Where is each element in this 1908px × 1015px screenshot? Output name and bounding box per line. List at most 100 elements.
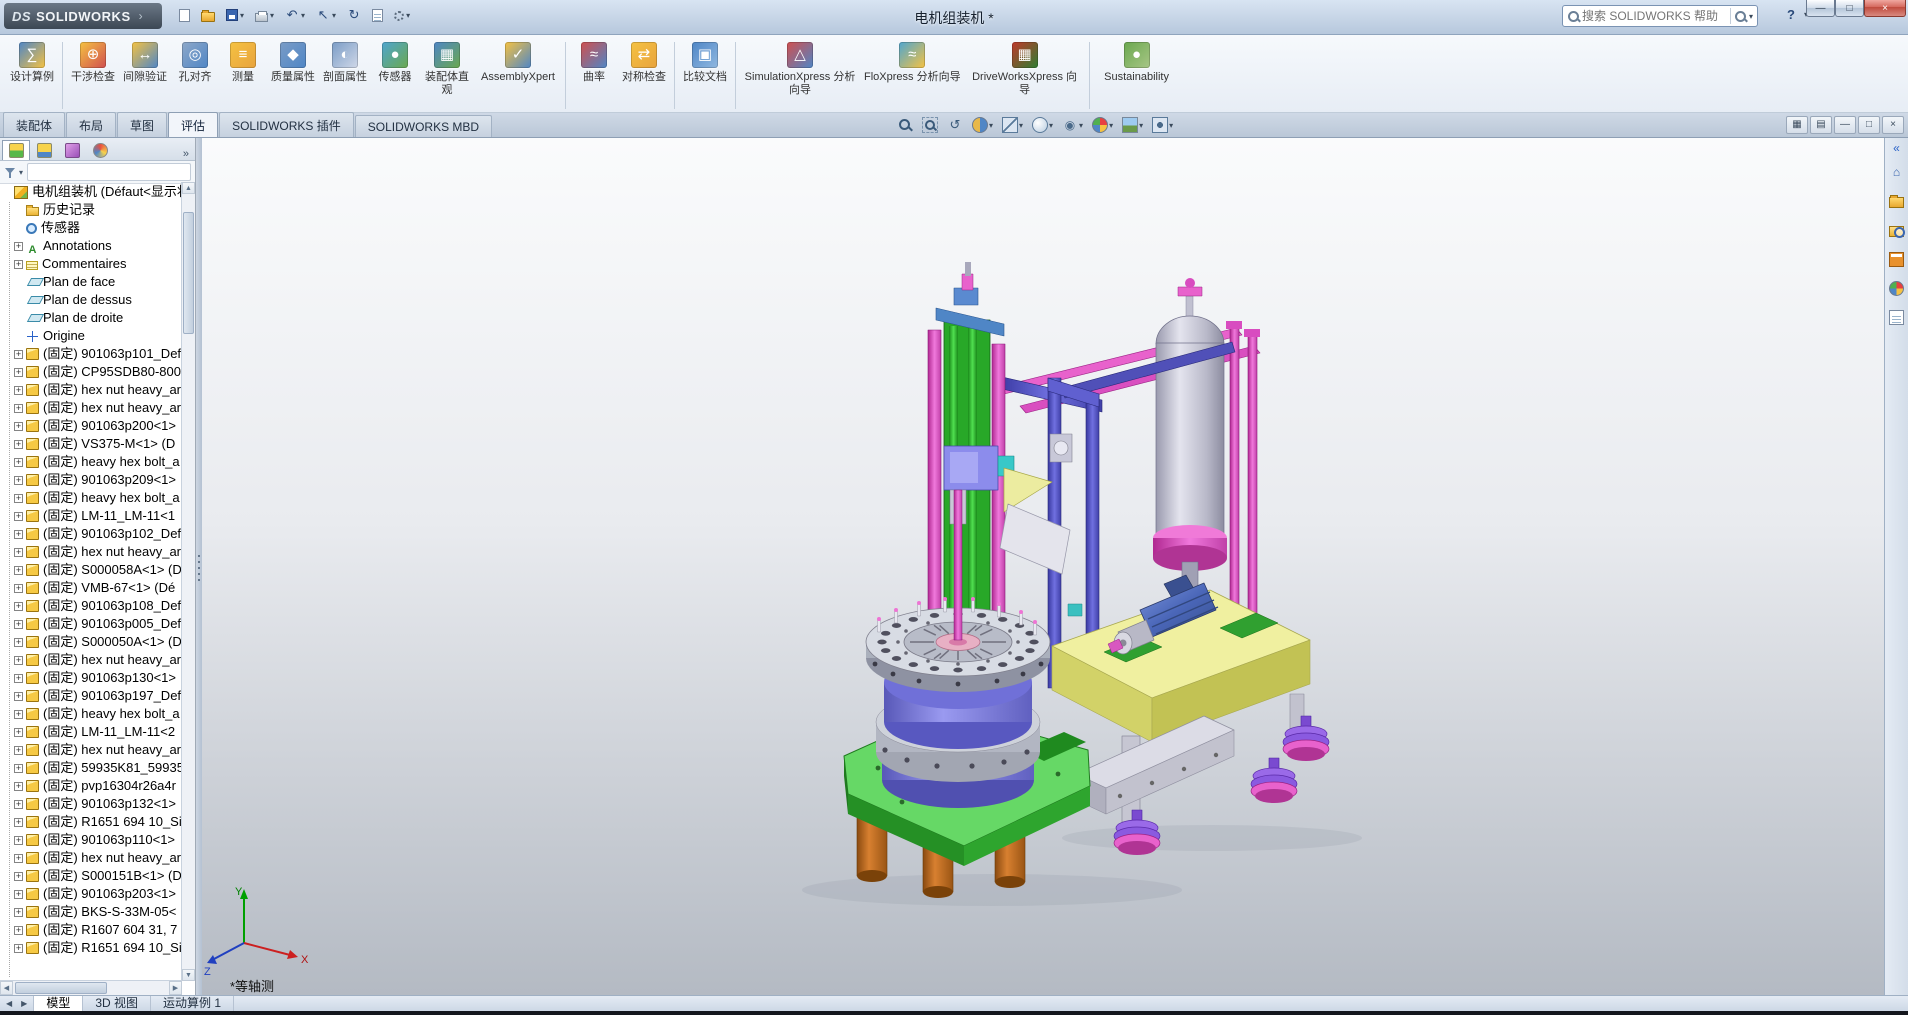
tree-item[interactable]: +(固定) 59935K81_59935	[0, 759, 182, 777]
expand-icon[interactable]: +	[14, 782, 23, 791]
maximize-window-button[interactable]: □	[1835, 0, 1864, 17]
tree-item[interactable]: +(固定) VS375-M<1> (D	[0, 435, 182, 453]
expand-icon[interactable]: +	[14, 692, 23, 701]
tab-solidworks-addins[interactable]: SOLIDWORKS 插件	[219, 112, 354, 137]
symmetry-check-button[interactable]: ⇄对称检查	[618, 39, 670, 87]
tree-item[interactable]: +(固定) R1607 604 31, 7	[0, 921, 182, 939]
expand-icon[interactable]: +	[14, 854, 23, 863]
expand-icon[interactable]: +	[14, 818, 23, 827]
driveworksxpress-wizard-button[interactable]: ▦DriveWorksXpress 向导	[965, 39, 1085, 99]
scroll-left-icon[interactable]: ◀	[0, 981, 13, 995]
view-palette-button[interactable]	[1886, 248, 1908, 270]
zoom-fit-button[interactable]	[894, 115, 916, 135]
custom-properties-button[interactable]	[1886, 306, 1908, 328]
appearances-button[interactable]	[1886, 277, 1908, 299]
expand-icon[interactable]: +	[14, 926, 23, 935]
view-orientation-button[interactable]: ▾	[999, 115, 1026, 135]
expand-icon[interactable]: +	[14, 476, 23, 485]
display-style-button[interactable]: ▾	[1029, 115, 1056, 135]
expand-icon[interactable]: +	[14, 530, 23, 539]
select-arrow-button[interactable]: ↖▾	[312, 5, 340, 25]
previous-view-button[interactable]	[944, 115, 966, 135]
zoom-area-button[interactable]	[919, 115, 941, 135]
tree-item[interactable]: 历史记录	[0, 201, 182, 219]
scrollbar-thumb[interactable]	[183, 212, 194, 334]
search-box[interactable]: ▾	[1562, 5, 1758, 27]
expand-icon[interactable]: +	[14, 242, 23, 251]
expand-icon[interactable]: +	[14, 350, 23, 359]
tree-item[interactable]: +(固定) 901063p200<1>	[0, 417, 182, 435]
tree-item[interactable]: +(固定) 901063p110<1>	[0, 831, 182, 849]
expand-icon[interactable]: +	[14, 908, 23, 917]
tree-item[interactable]: +(固定) 901063p130<1>	[0, 669, 182, 687]
tree-item[interactable]: Plan de dessus	[0, 291, 182, 309]
simulationxpress-wizard-button[interactable]: △SimulationXpress 分析向导	[740, 39, 860, 99]
tree-item[interactable]: +(固定) 901063p102_Def	[0, 525, 182, 543]
tree-item[interactable]: +(固定) LM-11_LM-11<1	[0, 507, 182, 525]
tree-item[interactable]: +(固定) pvp16304r26a4r	[0, 777, 182, 795]
expand-icon[interactable]: +	[14, 728, 23, 737]
solidworks-resources-button[interactable]	[1886, 161, 1908, 183]
solidworks-logo[interactable]: DS SOLIDWORKS ›	[4, 3, 162, 29]
featuremanager-tab[interactable]	[2, 140, 30, 160]
cascade-windows-button[interactable]: ▤	[1810, 116, 1832, 134]
tab-evaluate[interactable]: 评估	[168, 112, 218, 137]
tree-root-item[interactable]: 电机组装机 (Défaut<显示状	[0, 183, 182, 201]
tree-item[interactable]: +(固定) R1651 694 10_Si	[0, 939, 182, 957]
tree-item[interactable]: +(固定) hex nut heavy_ar	[0, 543, 182, 561]
tree-item[interactable]: +Annotations	[0, 237, 182, 255]
hide-show-items-button[interactable]: ▾	[1059, 115, 1086, 135]
minimize-window-button[interactable]: —	[1806, 0, 1835, 17]
3d-viewport[interactable]: Y X Z *等轴测	[202, 138, 1884, 995]
scroll-up-icon[interactable]: ▲	[182, 182, 195, 194]
interference-check-button[interactable]: ⊕干涉检查	[67, 39, 119, 87]
measure-button[interactable]: ≡测量	[219, 39, 267, 87]
configurationmanager-tab[interactable]	[58, 140, 86, 160]
expand-icon[interactable]: +	[14, 422, 23, 431]
expand-icon[interactable]: +	[14, 710, 23, 719]
expand-icon[interactable]: +	[14, 746, 23, 755]
expand-icon[interactable]: +	[14, 602, 23, 611]
scrollbar-thumb[interactable]	[15, 982, 107, 994]
scroll-left-icon[interactable]: ◀	[2, 997, 16, 1011]
design-library-button[interactable]	[1886, 190, 1908, 212]
expand-icon[interactable]: +	[14, 674, 23, 683]
dropdown-caret-icon[interactable]: ▾	[19, 168, 23, 177]
minimize-document-button[interactable]: —	[1834, 116, 1856, 134]
tree-item[interactable]: Plan de droite	[0, 309, 182, 327]
tree-item[interactable]: +(固定) 901063p132<1>	[0, 795, 182, 813]
view-settings-button[interactable]: ▾	[1149, 115, 1176, 135]
tree-item[interactable]: +(固定) hex nut heavy_ar	[0, 741, 182, 759]
close-document-button[interactable]: ×	[1882, 116, 1904, 134]
close-window-button[interactable]: ×	[1864, 0, 1906, 17]
file-properties-button[interactable]	[368, 6, 387, 25]
file-explorer-button[interactable]	[1886, 219, 1908, 241]
save-button[interactable]: ▾	[222, 6, 248, 24]
tree-item[interactable]: +(固定) 901063p203<1>	[0, 885, 182, 903]
doc-tab-model[interactable]: 模型	[34, 996, 83, 1011]
expand-icon[interactable]: +	[14, 566, 23, 575]
scroll-right-icon[interactable]: ▶	[17, 997, 31, 1011]
tree-item[interactable]: +(固定) 901063p209<1>	[0, 471, 182, 489]
expand-icon[interactable]: +	[14, 404, 23, 413]
apply-scene-button[interactable]: ▾	[1119, 115, 1146, 135]
tree-item[interactable]: +(固定) hex nut heavy_ar	[0, 399, 182, 417]
search-go-button[interactable]: ▾	[1734, 10, 1753, 23]
expand-icon[interactable]: +	[14, 890, 23, 899]
expand-icon[interactable]: +	[14, 512, 23, 521]
tab-layout[interactable]: 布局	[66, 112, 116, 137]
assemblyxpert-button[interactable]: ✓AssemblyXpert	[475, 39, 561, 87]
hole-alignment-button[interactable]: ◎孔对齐	[171, 39, 219, 87]
expand-icon[interactable]: +	[14, 620, 23, 629]
expand-icon[interactable]: +	[14, 440, 23, 449]
tree-item[interactable]: +(固定) S000151B<1> (D	[0, 867, 182, 885]
tree-item[interactable]: Origine	[0, 327, 182, 345]
tree-item[interactable]: +(固定) 901063p197_Def	[0, 687, 182, 705]
expand-icon[interactable]: +	[14, 386, 23, 395]
undo-button[interactable]: ↶▾	[281, 5, 309, 25]
restore-document-button[interactable]: □	[1858, 116, 1880, 134]
expand-icon[interactable]: +	[14, 368, 23, 377]
tab-solidworks-mbd[interactable]: SOLIDWORKS MBD	[355, 115, 492, 137]
section-properties-button[interactable]: ◐剖面属性	[319, 39, 371, 87]
expand-icon[interactable]: +	[14, 548, 23, 557]
